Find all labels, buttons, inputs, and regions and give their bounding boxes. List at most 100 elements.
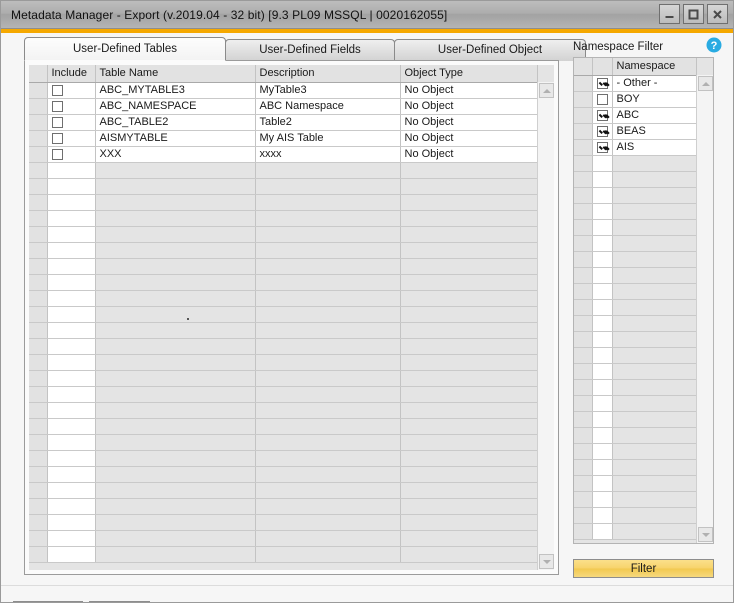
row-header-cell[interactable]: [574, 331, 593, 348]
table-row[interactable]: ABC_NAMESPACE ABC Namespace No Object: [29, 98, 538, 115]
row-header-cell[interactable]: [574, 299, 593, 316]
tab-user-defined-tables[interactable]: User-Defined Tables: [24, 37, 226, 61]
cell-namespace-checkbox[interactable]: [592, 491, 613, 508]
row-header-cell[interactable]: [574, 443, 593, 460]
cell-namespace-checkbox[interactable]: [592, 155, 613, 172]
table-row-empty[interactable]: [29, 322, 538, 339]
scroll-up-button[interactable]: [539, 83, 554, 98]
checkbox-unchecked-icon[interactable]: [596, 93, 608, 105]
row-header-cell[interactable]: [29, 98, 48, 115]
namespace-row-empty[interactable]: [574, 315, 697, 332]
cell-namespace-checkbox[interactable]: [592, 299, 613, 316]
row-header-cell[interactable]: [29, 466, 48, 483]
checkbox-unchecked-icon[interactable]: [51, 132, 63, 144]
namespace-row-empty[interactable]: [574, 251, 697, 268]
row-header-cell[interactable]: [29, 194, 48, 211]
row-header-cell[interactable]: [29, 530, 48, 547]
row-header-cell[interactable]: [574, 363, 593, 380]
table-row[interactable]: ABC_MYTABLE3 MyTable3 No Object: [29, 82, 538, 99]
cell-namespace-checkbox[interactable]: [592, 139, 613, 156]
cell-include[interactable]: [47, 114, 96, 131]
table-row-empty[interactable]: [29, 258, 538, 275]
row-header-cell[interactable]: [574, 507, 593, 524]
table-row[interactable]: AISMYTABLE My AIS Table No Object: [29, 130, 538, 147]
row-header-cell[interactable]: [574, 267, 593, 284]
cell-include[interactable]: [47, 418, 96, 435]
cell-namespace-checkbox[interactable]: [592, 331, 613, 348]
scroll-up-button[interactable]: [698, 76, 713, 91]
namespace-row-empty[interactable]: [574, 283, 697, 300]
table-row-empty[interactable]: [29, 450, 538, 467]
row-header-cell[interactable]: [574, 475, 593, 492]
cell-include[interactable]: [47, 402, 96, 419]
row-header-cell[interactable]: [574, 123, 593, 140]
row-header-cell[interactable]: [29, 450, 48, 467]
tab-user-defined-fields[interactable]: User-Defined Fields: [225, 39, 395, 61]
table-row-empty[interactable]: [29, 402, 538, 419]
cell-namespace-checkbox[interactable]: [592, 427, 613, 444]
cell-include[interactable]: [47, 530, 96, 547]
row-header-cell[interactable]: [574, 427, 593, 444]
row-header-cell[interactable]: [29, 114, 48, 131]
cell-namespace-checkbox[interactable]: [592, 203, 613, 220]
row-header-cell[interactable]: [29, 434, 48, 451]
row-header-cell[interactable]: [29, 386, 48, 403]
table-row-empty[interactable]: [29, 546, 538, 563]
close-button[interactable]: [707, 4, 728, 24]
row-header-cell[interactable]: [29, 514, 48, 531]
table-row-empty[interactable]: [29, 498, 538, 515]
namespace-row-empty[interactable]: [574, 363, 697, 380]
row-header-cell[interactable]: [29, 274, 48, 291]
row-header-cell[interactable]: [574, 187, 593, 204]
table-row-empty[interactable]: [29, 306, 538, 323]
checkbox-unchecked-icon[interactable]: [51, 84, 63, 96]
cell-namespace-checkbox[interactable]: [592, 251, 613, 268]
namespace-row-empty[interactable]: [574, 411, 697, 428]
cell-include[interactable]: [47, 82, 96, 99]
checkbox-unchecked-icon[interactable]: [51, 100, 63, 112]
tab-user-defined-object[interactable]: User-Defined Object: [394, 39, 586, 61]
table-row-empty[interactable]: [29, 242, 538, 259]
cell-namespace-checkbox[interactable]: [592, 171, 613, 188]
cell-include[interactable]: [47, 242, 96, 259]
column-header-object-type[interactable]: Object Type: [400, 65, 538, 83]
row-header-cell[interactable]: [29, 482, 48, 499]
table-row-empty[interactable]: [29, 162, 538, 179]
cell-namespace-checkbox[interactable]: [592, 91, 613, 108]
column-header-table-name[interactable]: Table Name: [95, 65, 256, 83]
namespace-row-empty[interactable]: [574, 267, 697, 284]
cell-namespace-checkbox[interactable]: [592, 475, 613, 492]
table-row-empty[interactable]: [29, 194, 538, 211]
row-header-cell[interactable]: [29, 162, 48, 179]
cell-include[interactable]: [47, 290, 96, 307]
table-row-empty[interactable]: [29, 178, 538, 195]
row-header-cell[interactable]: [574, 491, 593, 508]
row-header-cell[interactable]: [574, 203, 593, 220]
cell-namespace-checkbox[interactable]: [592, 219, 613, 236]
row-header-cell[interactable]: [574, 139, 593, 156]
minimize-button[interactable]: [659, 4, 680, 24]
namespace-row-empty[interactable]: [574, 523, 697, 540]
row-header-cell[interactable]: [29, 226, 48, 243]
checkbox-checked-icon[interactable]: [596, 77, 608, 89]
namespace-row-empty[interactable]: [574, 427, 697, 444]
row-header-cell[interactable]: [574, 155, 593, 172]
cell-include[interactable]: [47, 482, 96, 499]
row-header-cell[interactable]: [29, 418, 48, 435]
namespace-row[interactable]: BEAS: [574, 123, 697, 140]
column-header-include[interactable]: Include: [47, 65, 96, 83]
cell-include[interactable]: [47, 514, 96, 531]
cell-namespace-checkbox[interactable]: [592, 523, 613, 540]
namespace-row-empty[interactable]: [574, 187, 697, 204]
row-header-cell[interactable]: [29, 130, 48, 147]
namespace-grid-scrollbar[interactable]: [696, 75, 713, 543]
cell-include[interactable]: [47, 210, 96, 227]
row-header-cell[interactable]: [29, 546, 48, 563]
table-row-empty[interactable]: [29, 418, 538, 435]
cell-namespace-checkbox[interactable]: [592, 379, 613, 396]
namespace-row-empty[interactable]: [574, 491, 697, 508]
row-header-cell[interactable]: [574, 395, 593, 412]
row-header-cell[interactable]: [574, 315, 593, 332]
cell-include[interactable]: [47, 130, 96, 147]
cell-namespace-checkbox[interactable]: [592, 187, 613, 204]
